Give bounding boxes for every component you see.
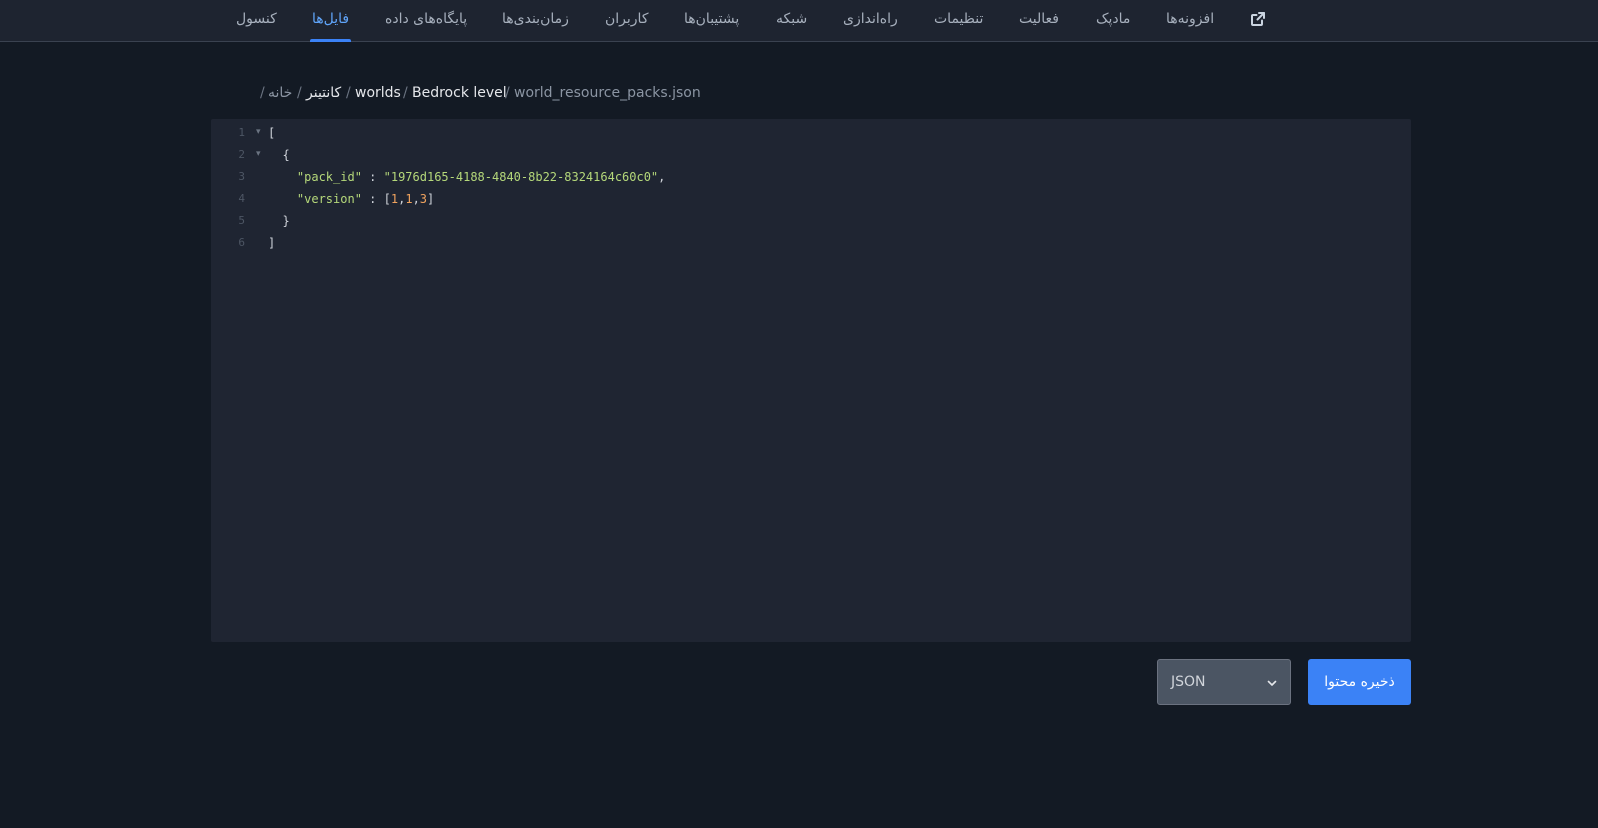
breadcrumb-container[interactable]: کانتینر [306, 83, 341, 103]
nav-item-startup[interactable]: راه‌اندازی [843, 0, 898, 42]
fold-arrow-icon[interactable]: ▾ [256, 127, 261, 137]
breadcrumb-separator: / [297, 85, 302, 101]
language-mode-select[interactable]: JSON [1157, 659, 1291, 705]
chevron-down-icon [1267, 680, 1277, 686]
line-number: 4 [238, 192, 245, 205]
nav-item-files[interactable]: فایل‌ها [309, 0, 352, 42]
language-mode-value: JSON [1171, 674, 1206, 690]
breadcrumb-separator: / [403, 85, 408, 101]
line-number: 5 [238, 214, 245, 227]
code-line: { [282, 148, 290, 162]
nav-item-plugins[interactable]: افزونه‌ها [1166, 0, 1214, 42]
nav-item-activity[interactable]: فعالیت [1019, 0, 1059, 42]
line-number: 1 [238, 126, 245, 139]
top-navigation: کنسول فایل‌ها پایگاه‌های داده زمان‌بندی‌… [0, 0, 1598, 42]
code-line: ] [268, 236, 276, 250]
breadcrumb-current-file: world_resource_packs.json [514, 85, 701, 101]
nav-item-modpacks[interactable]: مادپک [1096, 0, 1130, 42]
nav-item-users[interactable]: کاربران [605, 0, 648, 42]
nav-item-console[interactable]: کنسول [236, 0, 277, 42]
nav-item-settings[interactable]: تنظیمات [934, 0, 983, 42]
fold-arrow-icon[interactable]: ▾ [256, 149, 261, 159]
save-content-button[interactable]: ذخیره محتوا [1308, 659, 1411, 705]
code-line: "version" : [1,1,3] [296, 192, 435, 206]
breadcrumb-home[interactable]: خانه [268, 83, 292, 103]
breadcrumb-separator: / [346, 85, 351, 101]
nav-item-backups[interactable]: پشتیبان‌ها [684, 0, 739, 42]
line-number: 6 [238, 236, 245, 249]
nav-item-network[interactable]: شبکه [776, 0, 807, 42]
breadcrumb-bedrock-level[interactable]: Bedrock level [412, 83, 507, 103]
external-link-icon[interactable] [1250, 11, 1266, 27]
code-editor[interactable]: 1 2 3 4 5 6 ▾ ▾ [ { "pack_id" : "1976d16… [211, 119, 1411, 642]
breadcrumb-separator: / [260, 85, 265, 101]
nav-item-databases[interactable]: پایگاه‌های داده [385, 0, 467, 42]
breadcrumb-worlds[interactable]: worlds [355, 83, 401, 103]
breadcrumb-separator: / [505, 85, 510, 101]
code-line: "pack_id" : "1976d165-4188-4840-8b22-832… [296, 170, 666, 184]
code-line: [ [268, 126, 276, 140]
line-number: 3 [238, 170, 245, 183]
code-line: } [282, 214, 290, 228]
nav-item-schedules[interactable]: زمان‌بندی‌ها [502, 0, 569, 42]
line-number: 2 [238, 148, 245, 161]
